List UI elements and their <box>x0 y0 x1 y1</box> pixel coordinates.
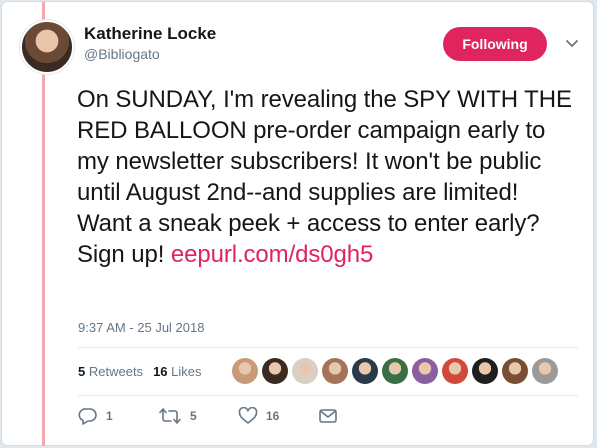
message-action[interactable] <box>318 407 398 425</box>
likes-stat[interactable]: 16 Likes <box>153 364 201 379</box>
liker-avatar[interactable] <box>532 358 558 384</box>
retweets-label: Retweets <box>88 364 144 379</box>
liker-avatar[interactable] <box>412 358 438 384</box>
likes-count: 16 <box>153 364 168 379</box>
retweet-icon <box>159 408 181 424</box>
divider <box>78 395 578 396</box>
tweet-text: On SUNDAY, I'm revealing the SPY WITH TH… <box>77 84 577 270</box>
heart-icon <box>238 407 258 424</box>
liker-avatar[interactable] <box>262 358 288 384</box>
tweet-link[interactable]: eepurl.com/ds0gh5 <box>171 241 374 268</box>
chevron-down-icon[interactable] <box>565 36 579 50</box>
liker-avatars <box>232 358 558 384</box>
liker-avatar[interactable] <box>352 358 378 384</box>
envelope-icon <box>319 409 337 423</box>
like-count: 16 <box>266 409 280 423</box>
avatar[interactable] <box>20 20 74 74</box>
retweets-count: 5 <box>78 364 86 379</box>
divider <box>78 347 578 348</box>
reply-icon <box>78 408 97 425</box>
tweet-actions: 1 5 16 <box>78 407 398 425</box>
liker-avatar[interactable] <box>472 358 498 384</box>
liker-avatar[interactable] <box>322 358 348 384</box>
liker-avatar[interactable] <box>292 358 318 384</box>
liker-avatar[interactable] <box>442 358 468 384</box>
engagement-stats: 5 Retweets 16 Likes <box>78 364 202 379</box>
reply-count: 1 <box>106 409 113 423</box>
reply-action[interactable]: 1 <box>78 407 158 425</box>
retweet-action[interactable]: 5 <box>158 407 238 425</box>
liker-avatar[interactable] <box>502 358 528 384</box>
retweet-count: 5 <box>190 409 197 423</box>
likes-label: Likes <box>171 364 202 379</box>
like-action[interactable]: 16 <box>238 407 318 425</box>
tweet-card: Katherine Locke @Bibliogato Following On… <box>1 1 594 446</box>
user-handle[interactable]: @Bibliogato <box>84 46 160 62</box>
following-button[interactable]: Following <box>443 27 547 61</box>
retweets-stat[interactable]: 5 Retweets <box>78 364 143 379</box>
liker-avatar[interactable] <box>382 358 408 384</box>
user-name[interactable]: Katherine Locke <box>84 24 216 44</box>
liker-avatar[interactable] <box>232 358 258 384</box>
tweet-timestamp[interactable]: 9:37 AM - 25 Jul 2018 <box>78 320 204 335</box>
